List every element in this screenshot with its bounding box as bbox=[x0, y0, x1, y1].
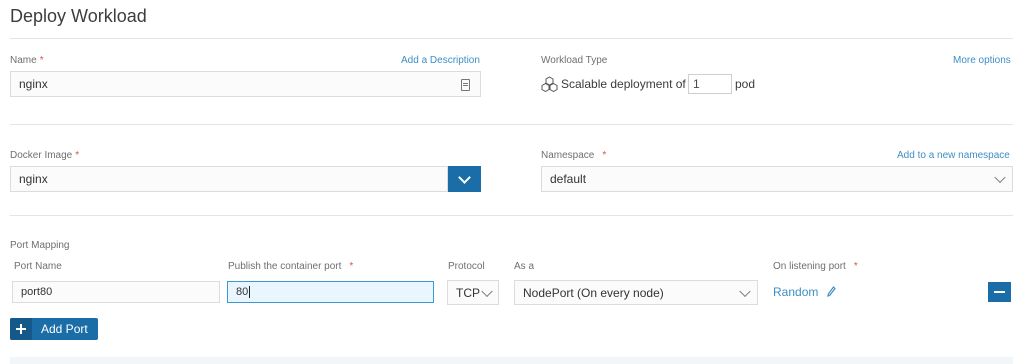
text-cursor bbox=[249, 286, 251, 298]
name-label-text: Name bbox=[10, 55, 37, 66]
protocol-select[interactable]: TCP bbox=[447, 280, 499, 305]
docker-image-input[interactable]: nginx bbox=[10, 166, 448, 192]
protocol-header: Protocol bbox=[448, 261, 485, 272]
chevron-down-icon bbox=[994, 171, 1006, 184]
add-port-label: Add Port bbox=[41, 322, 88, 336]
minus-icon bbox=[994, 291, 1005, 293]
as-a-header: As a bbox=[514, 261, 535, 272]
required-mark: * bbox=[602, 150, 607, 161]
cubes-icon bbox=[541, 76, 558, 93]
pencil-icon[interactable] bbox=[826, 286, 836, 300]
publish-port-header-text: Publish the container port bbox=[228, 261, 342, 272]
service-type-select[interactable]: NodePort (On every node) bbox=[514, 280, 758, 305]
port-mapping-label: Port Mapping bbox=[10, 240, 70, 251]
publish-port-input[interactable]: 80 bbox=[227, 281, 434, 303]
docker-image-label-text: Docker Image bbox=[10, 150, 73, 161]
workload-type-label: Workload Type bbox=[541, 55, 608, 66]
divider bbox=[10, 38, 1013, 39]
service-type-value: NodePort (On every node) bbox=[523, 285, 664, 300]
publish-port-value: 80 bbox=[236, 286, 249, 298]
namespace-value: default bbox=[550, 172, 587, 186]
publish-port-header: Publish the container port * bbox=[228, 261, 353, 272]
name-input-value: nginx bbox=[19, 77, 48, 91]
pod-suffix: pod bbox=[735, 77, 756, 91]
image-dropdown-button[interactable] bbox=[448, 166, 481, 192]
docker-image-value: nginx bbox=[19, 172, 48, 186]
docker-image-label: Docker Image * bbox=[10, 150, 79, 161]
listening-port-value: Random bbox=[773, 285, 819, 299]
chevron-down-icon bbox=[458, 171, 471, 184]
namespace-label-text: Namespace bbox=[541, 150, 595, 161]
divider bbox=[10, 124, 1013, 125]
required-mark: * bbox=[349, 261, 354, 272]
port-name-header: Port Name bbox=[14, 261, 62, 272]
name-label: Name * bbox=[10, 55, 44, 66]
required-mark: * bbox=[39, 55, 44, 66]
pod-count-input[interactable]: 1 bbox=[688, 74, 732, 94]
page-title: Deploy Workload bbox=[10, 6, 147, 26]
add-namespace-link[interactable]: Add to a new namespace bbox=[897, 150, 1010, 161]
namespace-select[interactable]: default bbox=[541, 166, 1013, 192]
required-mark: * bbox=[853, 261, 858, 272]
listening-port-random[interactable]: Random bbox=[773, 285, 836, 300]
divider bbox=[10, 215, 1013, 216]
protocol-value: TCP bbox=[456, 285, 480, 300]
port-name-input[interactable]: port80 bbox=[12, 281, 220, 303]
scalable-prefix: Scalable deployment of bbox=[561, 77, 686, 91]
more-options-link[interactable]: More options bbox=[953, 55, 1011, 66]
listening-port-header-text: On listening port bbox=[773, 261, 846, 272]
required-mark: * bbox=[75, 150, 80, 161]
listening-port-header: On listening port * bbox=[773, 261, 858, 272]
plus-icon bbox=[10, 318, 32, 340]
namespace-label: Namespace * bbox=[541, 150, 606, 161]
chevron-down-icon bbox=[739, 285, 751, 297]
chevron-down-icon bbox=[481, 285, 493, 297]
remove-port-button[interactable] bbox=[988, 282, 1011, 302]
footer-strip bbox=[10, 357, 1013, 364]
note-icon[interactable] bbox=[461, 79, 470, 91]
add-description-link[interactable]: Add a Description bbox=[401, 55, 480, 66]
name-input[interactable]: nginx bbox=[10, 71, 481, 97]
port-name-value: port80 bbox=[21, 286, 53, 298]
add-port-button[interactable]: Add Port bbox=[10, 318, 98, 340]
